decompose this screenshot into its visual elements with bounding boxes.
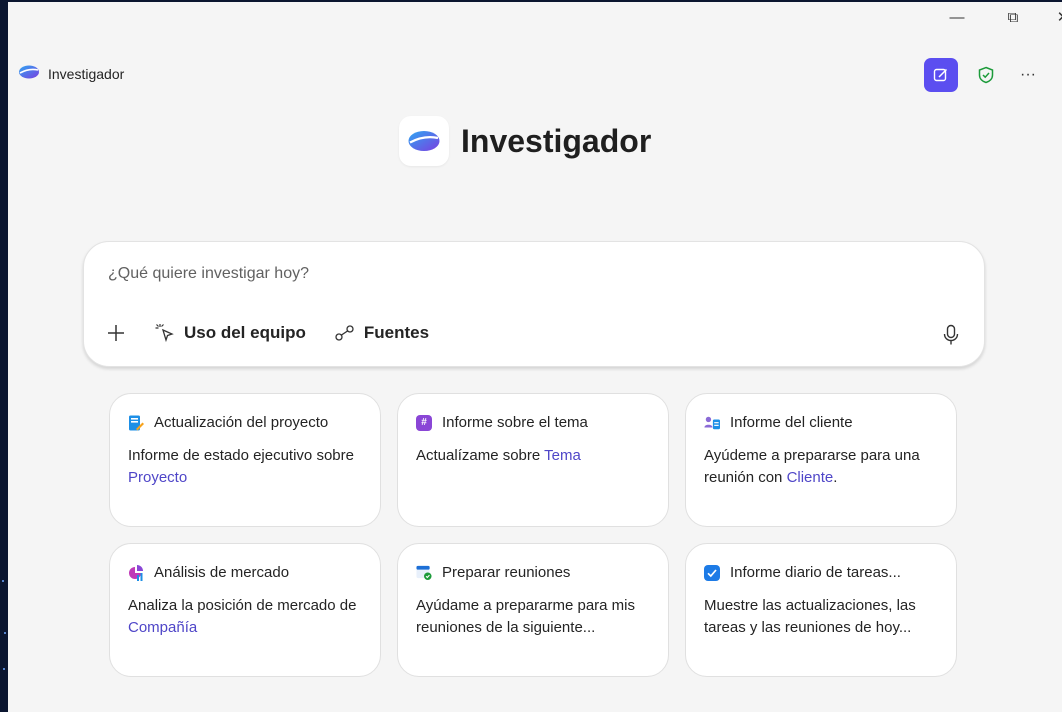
edit-icon: [933, 68, 948, 82]
card-body: Ayúdeme a prepararse para una reunión co…: [704, 447, 920, 486]
app-title: Investigador: [48, 65, 125, 82]
shield-check-icon: [978, 66, 994, 84]
shield-button[interactable]: [972, 61, 1000, 89]
prompt-card-prepare-meetings[interactable]: Preparar reuniones Ayúdame a prepararme …: [397, 543, 669, 677]
people-icon: [704, 415, 720, 431]
document-pen-icon: [128, 415, 144, 431]
card-title: Informe del cliente: [730, 414, 853, 431]
desktop-speck: [2, 580, 4, 582]
card-title: Informe diario de tareas...: [730, 564, 901, 581]
placeholder-link[interactable]: Cliente: [787, 469, 834, 486]
prompt-card-project-update[interactable]: Actualización del proyecto Informe de es…: [109, 393, 381, 527]
prompt-card-daily-tasks[interactable]: Informe diario de tareas... Muestre las …: [685, 543, 957, 677]
microphone-button[interactable]: [942, 324, 960, 351]
card-body: Muestre las actualizaciones, las tareas …: [704, 597, 916, 636]
microphone-icon: [943, 324, 959, 345]
new-chat-button[interactable]: [924, 58, 958, 92]
app-header: Investigador: [18, 64, 124, 83]
close-button[interactable]: ✕: [1048, 6, 1062, 28]
desktop-speck: [4, 632, 6, 634]
card-body: Ayúdame a prepararme para mis reuniones …: [416, 597, 635, 636]
pie-chart-icon: [128, 564, 144, 581]
plus-icon: [108, 325, 124, 341]
checkbox-icon: [704, 564, 720, 581]
computer-use-button[interactable]: Uso del equipo: [154, 322, 306, 344]
sources-label: Fuentes: [363, 323, 430, 342]
card-body: Actualízame sobre Tema: [416, 447, 581, 464]
copilot-logo-icon: [18, 64, 40, 83]
placeholder-link[interactable]: Compañía: [128, 619, 197, 636]
desktop-speck: [3, 668, 5, 670]
placeholder-link[interactable]: Proyecto: [128, 469, 187, 486]
sources-button[interactable]: Fuentes: [334, 323, 429, 343]
placeholder-link[interactable]: Tema: [544, 447, 581, 464]
hero-title: Investigador: [461, 122, 652, 159]
prompt-tools: Uso del equipo Fuentes: [106, 322, 457, 344]
cursor-click-icon: [155, 324, 174, 343]
hashtag-icon: #: [416, 414, 432, 431]
app-window: — ⧉ ✕ Investigador ···: [8, 2, 1062, 712]
prompt-input[interactable]: [106, 264, 930, 284]
prompt-card-market-analysis[interactable]: Análisis de mercado Analiza la posición …: [109, 543, 381, 677]
prompt-card-client-report[interactable]: Informe del cliente Ayúdeme a prepararse…: [685, 393, 957, 527]
hero-header: Investigador: [399, 116, 651, 166]
sources-icon: [335, 325, 354, 341]
card-body: Analiza la posición de mercado de Compañ…: [128, 597, 357, 636]
prompt-box: Uso del equipo Fuentes: [83, 241, 985, 367]
calendar-check-icon: [416, 565, 432, 581]
prompt-card-topic-report[interactable]: # Informe sobre el tema Actualízame sobr…: [397, 393, 669, 527]
more-options-button[interactable]: ···: [1014, 61, 1042, 89]
card-title: Actualización del proyecto: [154, 414, 329, 431]
restore-button[interactable]: ⧉: [998, 6, 1028, 28]
card-title: Preparar reuniones: [442, 564, 571, 581]
add-button[interactable]: [106, 323, 126, 343]
card-body: Informe de estado ejecutivo sobre Proyec…: [128, 447, 354, 486]
card-title: Análisis de mercado: [154, 564, 290, 581]
minimize-button[interactable]: —: [942, 6, 972, 28]
card-title: Informe sobre el tema: [442, 414, 588, 431]
copilot-logo-icon: [399, 116, 449, 166]
computer-use-label: Uso del equipo: [184, 323, 306, 342]
toolbar: ···: [924, 58, 1042, 92]
